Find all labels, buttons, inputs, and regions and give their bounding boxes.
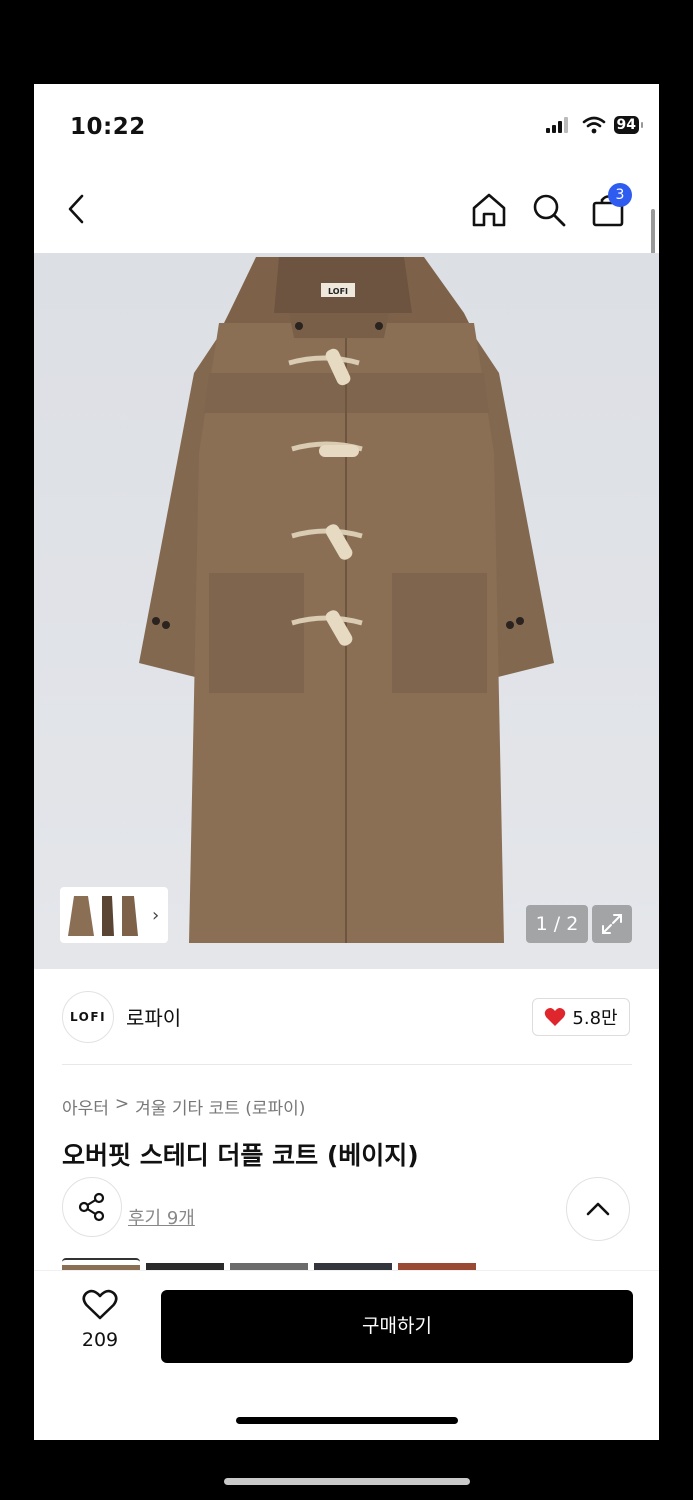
cart-badge: 3 (608, 183, 632, 207)
back-icon[interactable] (66, 193, 88, 225)
status-time: 10:22 (70, 114, 146, 140)
product-image[interactable]: LOFI › 1 / 2 (34, 253, 659, 969)
expand-button[interactable] (592, 905, 632, 943)
app-screen: 10:22 94 3 LOFI › 1 / 2 LOFI 로파이 5.8만 아우… (34, 84, 659, 1440)
breadcrumb-separator: > (114, 1094, 130, 1114)
heart-filled-icon (545, 1008, 566, 1026)
heart-outline-icon[interactable] (82, 1289, 118, 1321)
image-page-indicator: 1 / 2 (526, 905, 588, 943)
share-icon (78, 1192, 105, 1222)
signal-icon (545, 117, 568, 133)
share-button[interactable] (62, 1177, 122, 1237)
brand-name[interactable]: 로파이 (126, 1002, 181, 1031)
status-icons: 94 (545, 116, 644, 134)
breadcrumb-subcategory[interactable]: 겨울 기타 코트 (로파이) (135, 1094, 305, 1119)
coat-thumbnails (68, 896, 138, 936)
divider (62, 1064, 632, 1065)
brand-like-count: 5.8만 (572, 1008, 618, 1029)
coat-brand-label: LOFI (328, 287, 348, 296)
top-nav: 3 (34, 179, 659, 243)
product-title: 오버핏 스테디 더플 코트 (베이지) (62, 1141, 419, 1170)
wifi-icon (582, 116, 605, 134)
duffle-coat-illustration: LOFI (139, 257, 554, 943)
scroll-to-top-button[interactable] (566, 1177, 630, 1241)
breadcrumb: 아우터 > 겨울 기타 코트 (로파이) (62, 1094, 305, 1119)
breadcrumb-category[interactable]: 아우터 (62, 1094, 109, 1119)
buy-button[interactable]: 구매하기 (161, 1290, 633, 1363)
wish-count: 209 (81, 1329, 119, 1351)
expand-icon (602, 914, 622, 934)
home-indicator[interactable] (236, 1417, 458, 1424)
thumbnail-strip[interactable]: › (60, 887, 168, 943)
brand-logo[interactable]: LOFI (62, 991, 114, 1043)
battery-indicator: 94 (613, 116, 644, 134)
chevron-right-icon: › (152, 904, 160, 926)
brand-like-button[interactable]: 5.8만 (532, 998, 630, 1036)
home-icon[interactable] (470, 191, 508, 229)
outer-home-indicator (224, 1478, 470, 1485)
search-icon[interactable] (530, 191, 568, 229)
chevron-up-icon (586, 1202, 610, 1216)
bottom-action-bar: 209 구매하기 (34, 1270, 659, 1371)
reviews-link[interactable]: 후기 9개 (128, 1204, 195, 1230)
